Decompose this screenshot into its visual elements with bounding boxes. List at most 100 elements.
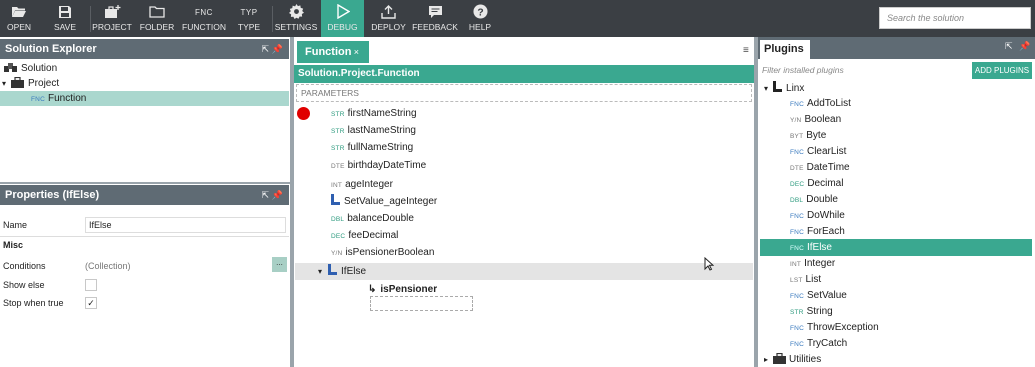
plugin-group-linx[interactable]: ▾ Linx [764,81,804,96]
list-item[interactable]: STR fullNameString [331,140,413,155]
undock-icon[interactable]: ⇱ [261,39,269,59]
tree-item-function[interactable]: FNC Function [31,91,86,106]
plugin-item[interactable]: BYT Byte [790,128,826,143]
play-icon [336,4,350,19]
name-field[interactable] [85,217,286,233]
tree-label: Solution [21,63,58,74]
plugin-label: Integer [804,258,836,269]
plugin-label: Double [806,194,838,205]
conditions-edit-button[interactable]: ... [272,257,287,272]
show-else-checkbox[interactable] [85,279,97,291]
stop-when-true-checkbox[interactable]: ✓ [85,297,97,309]
setvalue-icon [331,194,340,205]
plugin-label: List [805,274,822,285]
branch-dropzone[interactable] [370,296,473,311]
ifelse-block[interactable]: ▾ IfElse [318,264,366,279]
list-item[interactable]: STR firstNameString [331,106,417,121]
boolean-tag-icon: Y/N [331,250,343,257]
dec-tag-icon: DEC [331,233,346,240]
folder-button[interactable]: FOLDER [139,0,175,37]
deploy-label: DEPLOY [371,22,406,32]
save-button[interactable]: SAVE [46,0,84,37]
breakpoint-icon[interactable] [297,107,310,120]
plugin-item[interactable]: FNC ForEach [790,224,845,239]
function-tag-icon: FNC [195,8,213,17]
list-item[interactable]: DTE birthdayDateTime [331,158,426,173]
vertical-splitter-right[interactable] [754,37,758,367]
search-input[interactable] [879,7,1031,29]
add-plugins-button[interactable]: ADD PLUGINS [972,62,1032,79]
list-item[interactable]: STR lastNameString [331,123,416,138]
fnc-tag-icon: FNC [790,341,804,348]
str-tag-icon: STR [331,128,345,135]
name-label: Name [3,220,28,230]
vertical-splitter-left[interactable] [290,37,294,367]
plugin-item[interactable]: FNC AddToList [790,96,851,111]
undock-icon[interactable]: ⇱ [261,185,269,205]
plugin-group-utilities[interactable]: ▸ Utilities [764,352,821,367]
condition-branch[interactable]: ↳ isPensioner [368,282,437,297]
toolbox-icon [773,352,787,367]
mouse-cursor-icon [704,256,715,274]
plugin-item[interactable]: Y/N Boolean [790,112,841,127]
fnc-tag-icon: FNC [790,149,804,156]
settings-button[interactable]: SETTINGS [275,0,317,37]
plugin-item[interactable]: FNC ClearList [790,144,846,159]
plugin-item[interactable]: INT Integer [790,256,835,271]
help-button[interactable]: ? HELP [462,0,498,37]
parameters-dropzone[interactable]: PARAMETERS [296,84,752,102]
feedback-button[interactable]: FEEDBACK [412,0,458,37]
plugin-label: DoWhile [806,210,845,221]
collapsed-arrow-icon: ▸ [764,355,769,364]
solution-explorer-title: Solution Explorer [5,43,97,55]
fnc-tag-icon: FNC [790,213,804,220]
pin-icon[interactable]: 📌 [1019,41,1030,52]
deploy-button[interactable]: DEPLOY [366,0,411,37]
undock-icon[interactable]: ⇱ [1005,41,1013,52]
plugin-filter-input[interactable] [758,61,970,79]
plugin-label: Decimal [807,178,844,189]
plugin-item[interactable]: LST List [790,272,821,287]
save-icon [58,5,72,19]
close-icon[interactable]: × [354,41,359,63]
svg-text:?: ? [477,7,483,18]
list-item[interactable]: INT ageInteger [331,177,393,192]
plugin-item[interactable]: FNC TryCatch [790,336,847,351]
divider [0,236,289,237]
boolean-tag-icon: Y/N [790,117,802,124]
project-button[interactable]: PROJECT [92,0,132,37]
plugin-item[interactable]: FNC DoWhile [790,208,845,223]
plugin-item-selected[interactable]: FNC IfElse [790,240,832,255]
list-item[interactable]: Y/N isPensionerBoolean [331,245,434,260]
tab-menu-icon[interactable]: ≡ [743,45,749,56]
open-button[interactable]: OPEN [0,0,38,37]
type-button[interactable]: TYP TYPE [233,0,265,37]
debug-button[interactable]: DEBUG [321,0,364,37]
item-label: SetValue_ageInteger [344,196,438,207]
dte-tag-icon: DTE [790,165,804,172]
plugin-item[interactable]: DBL Double [790,192,838,207]
tab-function[interactable]: Function × [297,41,369,63]
function-button[interactable]: FNC FUNCTION [182,0,226,37]
list-item[interactable]: DEC feeDecimal [331,228,398,243]
list-item[interactable]: SetValue_ageInteger [331,194,437,209]
plugin-label: DateTime [806,162,850,173]
plugin-item[interactable]: FNC ThrowException [790,320,879,335]
feedback-label: FEEDBACK [412,22,458,32]
list-item[interactable]: DBL balanceDouble [331,211,414,226]
group-label: Linx [786,83,805,94]
plugin-item[interactable]: DTE DateTime [790,160,850,175]
plugin-item[interactable]: DEC Decimal [790,176,843,191]
tree-item-solution[interactable]: Solution [4,61,57,76]
str-tag-icon: STR [331,145,345,152]
plugin-item[interactable]: STR String [790,304,833,319]
pin-icon[interactable]: 📌 [272,185,283,205]
dec-tag-icon: DEC [790,181,805,188]
item-label: balanceDouble [347,213,414,224]
plugin-item[interactable]: FNC SetValue [790,288,847,303]
linx-icon [773,81,783,92]
pin-icon[interactable]: 📌 [272,39,283,59]
horizontal-splitter[interactable] [0,182,292,184]
plugin-label: IfElse [806,242,832,253]
tree-item-project[interactable]: ▾ Project [2,76,59,91]
